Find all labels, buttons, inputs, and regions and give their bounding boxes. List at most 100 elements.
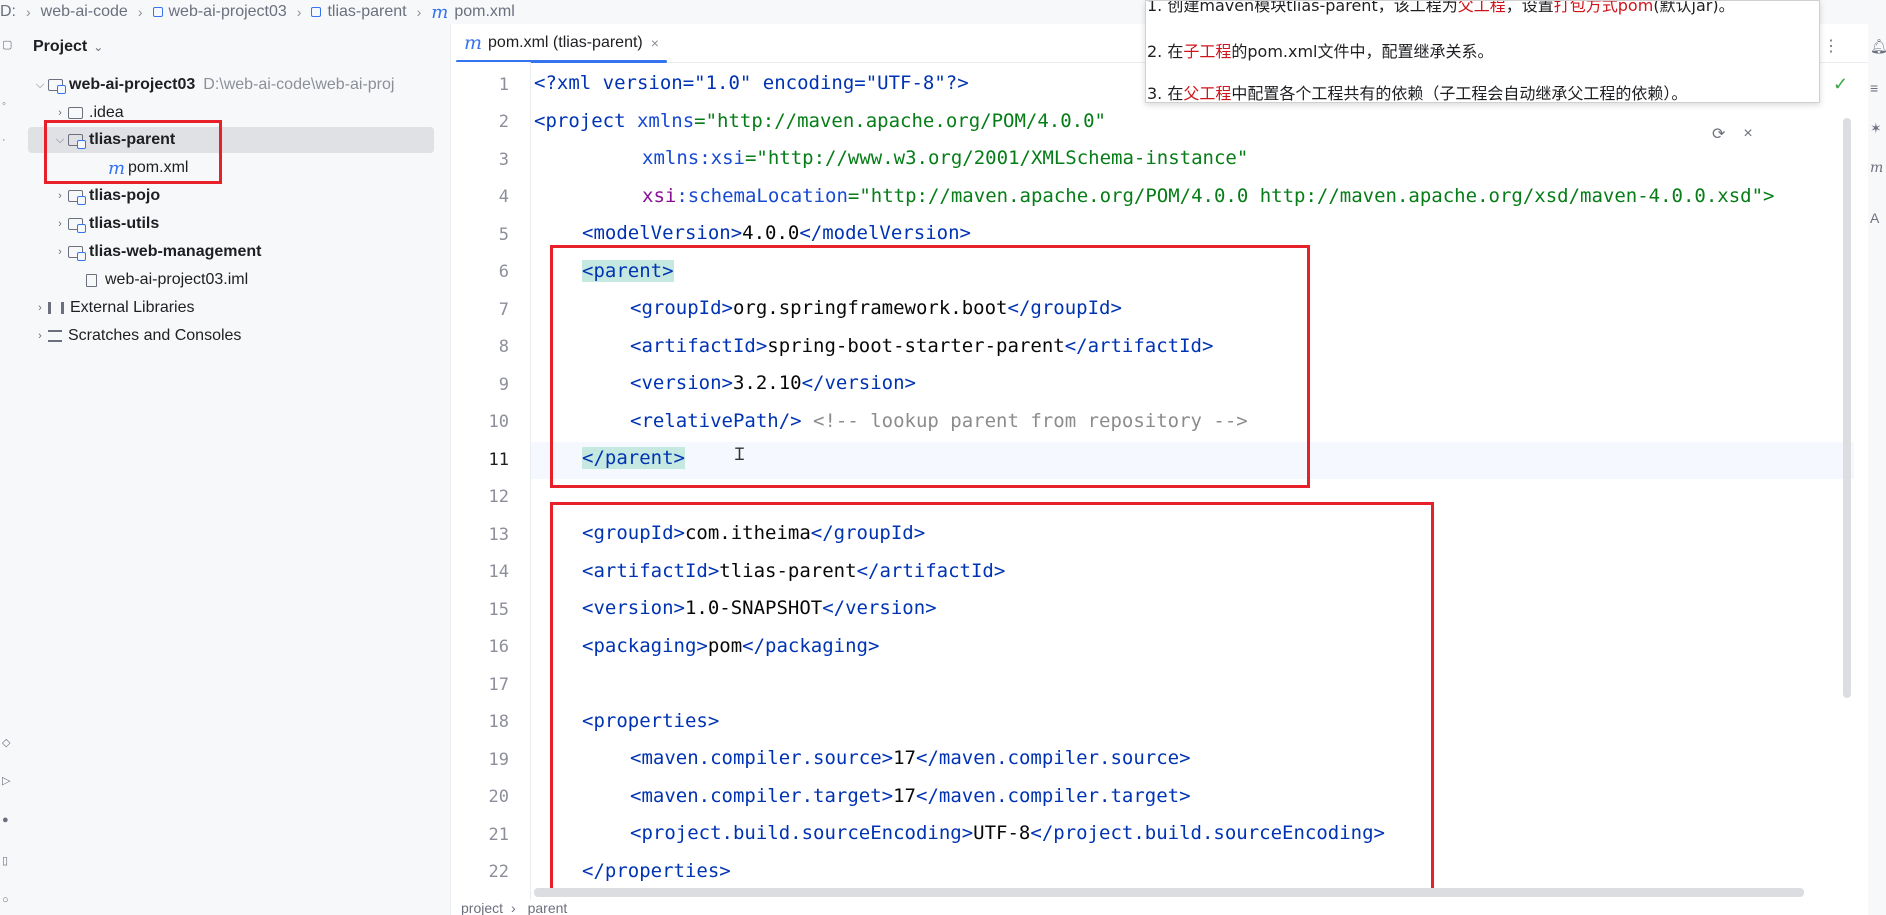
xml-attr: :xsi bbox=[699, 147, 745, 169]
line-number: 9 bbox=[498, 375, 509, 395]
module-icon bbox=[311, 7, 322, 17]
xml-text: spring-boot-starter-parent bbox=[767, 335, 1065, 357]
xml-tag: </artifactId> bbox=[856, 560, 1006, 582]
tree-item-label: web-ai-project03.iml bbox=[105, 271, 249, 288]
project-panel: Project ⌄ ⌵ web-ai-project03 D:\web-ai-co… bbox=[20, 24, 451, 915]
xml-tag: <modelVersion> bbox=[582, 222, 743, 244]
note-line-1: 1. 创建maven模块tlias-parent，该工程为父工程，设置打包方式p… bbox=[1147, 0, 1735, 16]
tree-item-scratches[interactable]: › Scratches and Consoles bbox=[32, 323, 241, 349]
line-number: 8 bbox=[498, 337, 509, 357]
chevron-right-icon[interactable]: › bbox=[52, 190, 68, 202]
code-line-18: <properties> bbox=[582, 710, 719, 732]
tree-item-idea[interactable]: › .idea bbox=[52, 100, 124, 126]
code-editor[interactable]: <?xml version="1.0" encoding="UTF-8"?> <… bbox=[534, 62, 1854, 900]
chevron-right-icon: › bbox=[296, 4, 302, 20]
line-number: 21 bbox=[488, 825, 509, 845]
terminal-tool-icon[interactable]: ▯ bbox=[2, 854, 16, 868]
breadcrumb-label: D: bbox=[0, 3, 16, 20]
chevron-down-icon[interactable]: ⌵ bbox=[52, 134, 68, 147]
breadcrumb-tlias-parent[interactable]: tlias-parent bbox=[311, 3, 407, 21]
inspection-ok-icon[interactable]: ✓ bbox=[1833, 74, 1848, 95]
xml-namespace: xsi bbox=[642, 185, 677, 207]
tree-item-tlias-parent[interactable]: ⌵ tlias-parent bbox=[28, 127, 434, 153]
note-line-3: 3. 在父工程中配置各个工程共有的依赖（子工程会自动继承父工程的依赖）。 bbox=[1147, 80, 1688, 103]
notifications-icon[interactable]: 🔔︎ bbox=[1870, 38, 1886, 55]
vertical-scrollbar[interactable] bbox=[1843, 118, 1851, 698]
structure-tool-icon[interactable]: · bbox=[2, 134, 16, 148]
file-icon bbox=[86, 273, 97, 287]
xml-value: ="http://maven.apache.org/POM/4.0.0" bbox=[694, 110, 1106, 132]
xml-tag-matched: </parent> bbox=[582, 447, 685, 469]
tree-item-tlias-utils[interactable]: › tlias-utils bbox=[52, 211, 159, 237]
breadcrumb-label: web-ai-project03 bbox=[168, 3, 287, 20]
tree-item-pom[interactable]: m pom.xml bbox=[108, 155, 188, 181]
chevron-right-icon[interactable]: › bbox=[52, 107, 68, 119]
chevron-down-icon[interactable]: ⌵ bbox=[32, 79, 48, 92]
breadcrumb-pom[interactable]: m pom.xml bbox=[431, 2, 515, 23]
tree-item-iml[interactable]: web-ai-project03.iml bbox=[86, 267, 248, 293]
services-tool-icon[interactable]: ◇ bbox=[2, 736, 16, 750]
tab-pom-xml[interactable]: m pom.xml (tlias-parent) × bbox=[456, 24, 667, 63]
line-number: 19 bbox=[488, 750, 509, 770]
xml-tag: <groupId> bbox=[630, 297, 733, 319]
maven-file-icon: m bbox=[464, 32, 483, 54]
note-text: (默认jar)。 bbox=[1653, 0, 1735, 15]
chevron-right-icon[interactable]: › bbox=[32, 330, 48, 342]
tree-item-root[interactable]: ⌵ web-ai-project03 D:\web-ai-code\web-ai… bbox=[32, 72, 394, 98]
close-icon[interactable]: × bbox=[1743, 125, 1752, 143]
project-panel-title-label: Project bbox=[33, 38, 88, 55]
maven-icon[interactable]: m bbox=[1870, 160, 1883, 176]
run-tool-icon[interactable]: ▷ bbox=[2, 774, 16, 788]
line-number: 22 bbox=[488, 862, 509, 882]
xml-tag-matched: <parent> bbox=[582, 260, 674, 282]
git-tool-icon[interactable]: ○ bbox=[2, 894, 16, 908]
breadcrumb-project[interactable]: web-ai-project03 bbox=[152, 3, 287, 21]
tree-item-label: tlias-utils bbox=[89, 215, 160, 232]
maven-reload-toolbar: ⟳ × bbox=[1712, 124, 1753, 144]
note-text: ，设置 bbox=[1505, 0, 1554, 15]
project-panel-title[interactable]: Project ⌄ bbox=[33, 38, 103, 56]
note-text: 中配置各个工程共有的依赖（子工程会自动继承父工程的依赖）。 bbox=[1231, 84, 1688, 103]
breadcrumb-drive[interactable]: D: bbox=[0, 3, 16, 21]
tree-item-label: web-ai-project03 bbox=[69, 76, 196, 93]
chevron-right-icon[interactable]: › bbox=[52, 218, 68, 230]
line-number: 15 bbox=[488, 600, 509, 620]
module-folder-icon bbox=[48, 79, 66, 94]
horizontal-scrollbar[interactable] bbox=[534, 888, 1804, 897]
note-highlight: 父工程 bbox=[1457, 0, 1506, 15]
close-icon[interactable]: × bbox=[651, 35, 659, 51]
more-options-icon[interactable]: ⋮ bbox=[1823, 36, 1839, 56]
note-text: 1. 创建maven模块tlias-parent，该工程为 bbox=[1147, 0, 1458, 15]
commit-tool-icon[interactable]: ◦ bbox=[2, 98, 16, 112]
ai-assistant-icon[interactable]: ✶ bbox=[1870, 120, 1882, 137]
translate-icon[interactable]: A bbox=[1870, 210, 1879, 226]
tree-item-label: External Libraries bbox=[70, 299, 195, 316]
tree-item-tlias-web-management[interactable]: › tlias-web-management bbox=[52, 239, 261, 265]
line-number: 7 bbox=[498, 300, 509, 320]
tree-item-external-libraries[interactable]: › External Libraries bbox=[32, 295, 195, 321]
line-number: 14 bbox=[488, 562, 509, 582]
project-tool-icon[interactable]: ▢ bbox=[2, 38, 16, 52]
xml-comment: <!-- lookup parent from repository --> bbox=[801, 410, 1248, 432]
xml-text: 17 bbox=[893, 785, 916, 807]
problems-tool-icon[interactable]: ● bbox=[2, 814, 16, 828]
maven-reload-icon[interactable]: ⟳ bbox=[1712, 124, 1725, 144]
chevron-right-icon[interactable]: › bbox=[52, 246, 68, 258]
breadcrumb-web-ai-code[interactable]: web-ai-code bbox=[41, 3, 128, 21]
xml-tag: <artifactId> bbox=[630, 335, 768, 357]
code-line-22: </properties> bbox=[582, 860, 731, 882]
database-icon[interactable]: ≡ bbox=[1870, 80, 1878, 96]
tree-item-tlias-pojo[interactable]: › tlias-pojo bbox=[52, 183, 160, 209]
status-crumb[interactable]: parent bbox=[528, 900, 568, 915]
line-number: 3 bbox=[498, 150, 509, 170]
tree-item-label: Scratches and Consoles bbox=[68, 327, 242, 344]
status-crumb[interactable]: project bbox=[461, 900, 503, 915]
line-number: 2 bbox=[498, 112, 509, 132]
xml-declaration: <?xml version="1.0" encoding="UTF-8"?> bbox=[534, 72, 969, 94]
chevron-right-icon[interactable]: › bbox=[32, 302, 48, 314]
code-line-1: <?xml version="1.0" encoding="UTF-8"?> bbox=[534, 72, 969, 94]
xml-text: 1.0-SNAPSHOT bbox=[684, 597, 823, 619]
xml-text: 4.0.0 bbox=[742, 222, 800, 244]
code-line-19: <maven.compiler.source>17</maven.compile… bbox=[630, 747, 1191, 769]
xml-tag: <project bbox=[534, 110, 637, 132]
